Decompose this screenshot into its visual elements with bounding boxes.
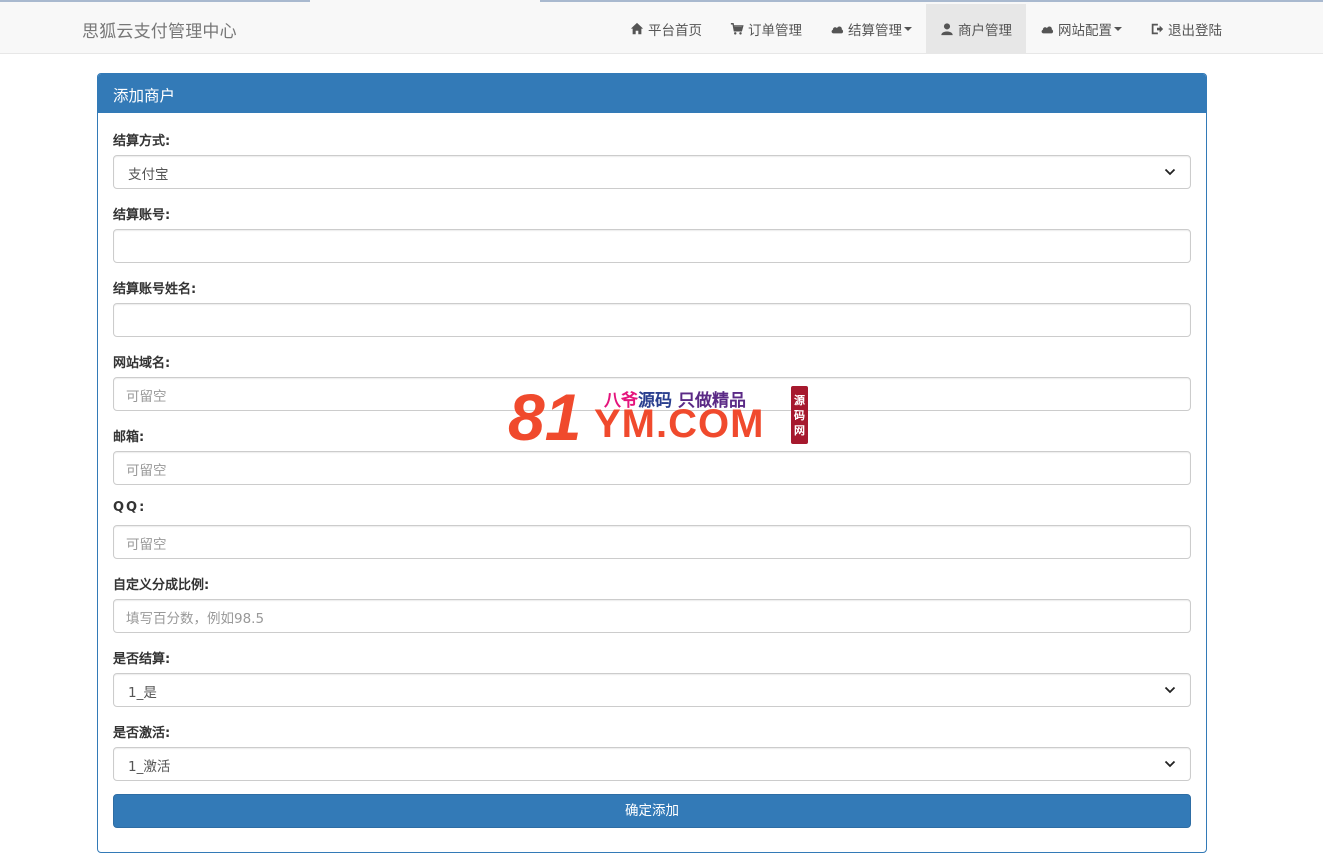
nav-item-logout[interactable]: 退出登陆 <box>1136 4 1236 53</box>
settle-type-value: 支付宝 <box>128 167 169 183</box>
navbar: 思狐云支付管理中心 平台首页 订单管理 结算管理 商户管理 网站配置 退出登陆 <box>0 4 1323 54</box>
top-edge-segment <box>0 0 310 2</box>
form-group-ratio: 自定义分成比例: 填写百分数，例如98.5 <box>113 574 1191 633</box>
ratio-input[interactable]: 填写百分数，例如98.5 <box>113 599 1191 633</box>
nav-label: 退出登陆 <box>1168 22 1222 39</box>
nav-label: 平台首页 <box>648 22 702 39</box>
brand-title[interactable]: 思狐云支付管理中心 <box>82 17 237 42</box>
account-input[interactable] <box>113 229 1191 263</box>
qq-input[interactable]: 可留空 <box>113 525 1191 559</box>
ratio-label: 自定义分成比例: <box>113 578 210 593</box>
top-edge-segment <box>540 0 1323 2</box>
form-group-settle: 是否结算: 1_是 <box>113 648 1191 707</box>
settle-label: 是否结算: <box>113 652 171 667</box>
form-group-account-name: 结算账号姓名: <box>113 278 1191 337</box>
nav-label: 订单管理 <box>748 22 802 39</box>
form-group-domain: 网站域名: 可留空 <box>113 352 1191 411</box>
watermark-domain: YM.COM <box>594 402 765 446</box>
caret-down-icon <box>1114 26 1122 31</box>
cloud-icon <box>1041 25 1054 33</box>
nav-label: 结算管理 <box>848 22 902 39</box>
nav-item-settlement[interactable]: 结算管理 <box>816 4 926 53</box>
nav-menu: 平台首页 订单管理 结算管理 商户管理 网站配置 退出登陆 <box>616 4 1236 53</box>
nav-label: 商户管理 <box>958 22 1012 39</box>
seal-char: 码 <box>794 408 805 422</box>
nav-label: 网站配置 <box>1058 22 1112 39</box>
active-select[interactable]: 1_激活 <box>113 747 1191 781</box>
account-name-label: 结算账号姓名: <box>113 282 197 297</box>
domain-label: 网站域名: <box>113 356 171 371</box>
cart-icon <box>730 22 744 35</box>
seal-char: 源 <box>794 393 805 407</box>
nav-item-home[interactable]: 平台首页 <box>616 4 716 53</box>
settle-value: 1_是 <box>128 685 157 701</box>
watermark-logo: 81 八爷源码 只做精品 YM.COM 源 码 网 <box>508 380 818 455</box>
form-group-settle-type: 结算方式: 支付宝 <box>113 130 1191 189</box>
user-icon <box>941 22 953 35</box>
form-group-account: 结算账号: <box>113 204 1191 263</box>
submit-button[interactable]: 确定添加 <box>113 794 1191 828</box>
account-label: 结算账号: <box>113 208 171 223</box>
caret-down-icon <box>904 26 912 31</box>
active-label: 是否激活: <box>113 726 171 741</box>
home-icon <box>630 22 644 34</box>
chevron-down-icon <box>1164 168 1176 176</box>
settle-type-select[interactable]: 支付宝 <box>113 155 1191 189</box>
cloud-icon <box>831 25 844 33</box>
chevron-down-icon <box>1164 760 1176 768</box>
form-group-active: 是否激活: 1_激活 <box>113 722 1191 781</box>
qq-label: QQ: <box>113 500 147 515</box>
watermark-seal: 源 码 网 <box>791 386 808 444</box>
active-value: 1_激活 <box>128 759 171 775</box>
chevron-down-icon <box>1164 686 1176 694</box>
nav-item-site-config[interactable]: 网站配置 <box>1026 4 1136 53</box>
account-name-input[interactable] <box>113 303 1191 337</box>
panel-title: 添加商户 <box>98 74 1206 113</box>
email-input[interactable]: 可留空 <box>113 451 1191 485</box>
settle-type-label: 结算方式: <box>113 134 171 149</box>
settle-select[interactable]: 1_是 <box>113 673 1191 707</box>
logout-icon <box>1151 23 1164 34</box>
nav-item-merchants[interactable]: 商户管理 <box>926 4 1026 53</box>
nav-item-orders[interactable]: 订单管理 <box>716 4 816 53</box>
seal-char: 网 <box>794 423 805 437</box>
add-merchant-panel: 添加商户 结算方式: 支付宝 结算账号: 结算账号姓名: 网站域名: 可留空 邮… <box>97 73 1207 853</box>
watermark-number: 81 <box>508 380 582 454</box>
form-group-qq: QQ: 可留空 <box>113 500 1191 559</box>
